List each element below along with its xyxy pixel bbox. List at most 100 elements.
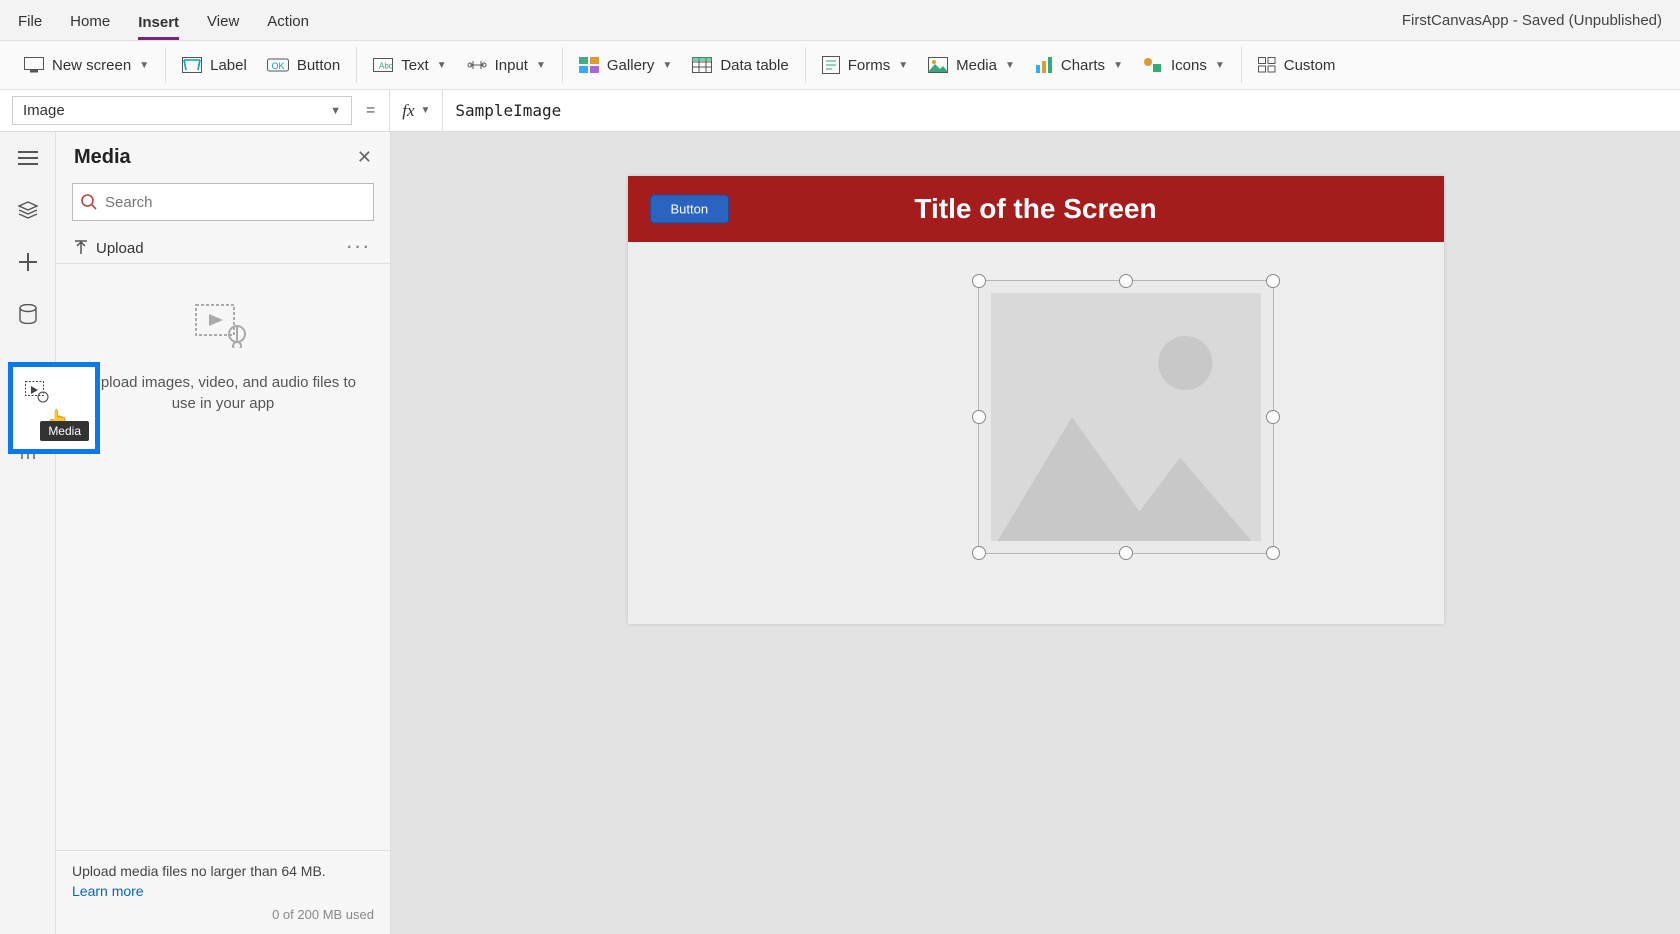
shapes-icon <box>1143 57 1163 73</box>
fx-button[interactable]: fx ▼ <box>389 90 443 131</box>
property-name: Image <box>23 102 65 119</box>
input-dropdown[interactable]: Input ▼ <box>467 57 546 74</box>
label-icon <box>182 57 202 73</box>
property-selector[interactable]: Image ▼ <box>12 96 352 125</box>
upload-button[interactable]: Upload <box>74 240 144 257</box>
resize-handle[interactable] <box>1266 546 1280 560</box>
resize-handle[interactable] <box>1119 274 1133 288</box>
gallery-icon <box>579 57 599 73</box>
forms-dropdown[interactable]: Forms ▼ <box>822 56 908 74</box>
resize-handle[interactable] <box>972 546 986 560</box>
chevron-down-icon: ▼ <box>1113 60 1123 71</box>
label-text: Label <box>210 57 247 74</box>
search-icon <box>81 194 97 210</box>
fx-icon: fx <box>402 101 414 121</box>
table-icon <box>692 57 712 73</box>
canvas[interactable]: Button Title of the Screen <box>391 132 1680 934</box>
button-insert[interactable]: OK Button <box>267 57 340 74</box>
usage-text: 0 of 200 MB used <box>72 907 374 922</box>
media-label: Media <box>956 57 997 74</box>
search-field[interactable] <box>105 194 365 211</box>
button-icon: OK <box>267 57 289 73</box>
equals-sign: = <box>352 90 389 131</box>
screen-icon <box>24 57 44 73</box>
footer-text: Upload media files no larger than 64 MB. <box>72 863 326 879</box>
media-tooltip: Media <box>40 421 89 441</box>
button-text: Button <box>297 57 340 74</box>
ribbon: New screen ▼ Label OK Button Abc Text ▼ … <box>0 40 1680 90</box>
datatable-label: Data table <box>720 57 788 74</box>
custom-label: Custom <box>1284 57 1336 74</box>
menu-action[interactable]: Action <box>267 10 309 30</box>
svg-text:Abc: Abc <box>379 62 393 71</box>
chevron-down-icon: ▼ <box>536 60 546 71</box>
menubar: File Home Insert View Action FirstCanvas… <box>0 0 1680 40</box>
media-icon <box>25 381 49 403</box>
close-icon[interactable]: ✕ <box>357 147 372 168</box>
text-dropdown[interactable]: Abc Text ▼ <box>373 57 446 74</box>
resize-handle[interactable] <box>1119 546 1133 560</box>
learn-more-link[interactable]: Learn more <box>72 883 374 899</box>
charts-dropdown[interactable]: Charts ▼ <box>1035 57 1123 74</box>
custom-button[interactable]: Custom <box>1258 57 1336 74</box>
screen[interactable]: Button Title of the Screen <box>628 176 1444 624</box>
gallery-dropdown[interactable]: Gallery ▼ <box>579 57 672 74</box>
text-icon: Abc <box>373 58 393 72</box>
label-button[interactable]: Label <box>182 57 247 74</box>
tree-view-icon[interactable] <box>16 198 40 222</box>
menu-view[interactable]: View <box>207 10 239 30</box>
panel-title: Media <box>74 146 131 169</box>
resize-handle[interactable] <box>972 410 986 424</box>
text-label: Text <box>401 57 429 74</box>
chevron-down-icon: ▼ <box>1005 60 1015 71</box>
menu-home[interactable]: Home <box>70 10 110 30</box>
canvas-button[interactable]: Button <box>650 195 730 224</box>
media-dropdown[interactable]: Media ▼ <box>928 57 1015 74</box>
screen-header: Button Title of the Screen <box>628 176 1444 242</box>
menu-insert[interactable]: Insert <box>138 11 179 40</box>
gallery-label: Gallery <box>607 57 655 74</box>
empty-state-text: Upload images, video, and audio files to… <box>80 372 366 414</box>
new-screen-label: New screen <box>52 57 131 74</box>
resize-handle[interactable] <box>1266 274 1280 288</box>
icons-dropdown[interactable]: Icons ▼ <box>1143 57 1225 74</box>
resize-handle[interactable] <box>1266 410 1280 424</box>
search-input[interactable] <box>72 183 374 221</box>
chevron-down-icon: ▼ <box>437 60 447 71</box>
left-rail <box>0 132 56 934</box>
chevron-down-icon: ▼ <box>898 60 908 71</box>
menu-file[interactable]: File <box>18 10 42 30</box>
chevron-down-icon: ▼ <box>330 105 341 117</box>
picture-icon <box>928 57 948 73</box>
charts-label: Charts <box>1061 57 1105 74</box>
app-title: FirstCanvasApp - Saved (Unpublished) <box>1402 12 1662 29</box>
formula-bar: Image ▼ = fx ▼ SampleImage <box>0 90 1680 132</box>
chart-icon <box>1035 57 1053 73</box>
chevron-down-icon: ▼ <box>662 60 672 71</box>
icons-label: Icons <box>1171 57 1207 74</box>
chevron-down-icon: ▼ <box>139 60 149 71</box>
formula-input[interactable]: SampleImage <box>443 90 1680 131</box>
hamburger-icon[interactable] <box>16 146 40 170</box>
chevron-down-icon: ▼ <box>1215 60 1225 71</box>
svg-text:OK: OK <box>271 61 284 71</box>
data-icon[interactable] <box>16 302 40 326</box>
grid-icon <box>1258 57 1276 73</box>
new-screen-button[interactable]: New screen ▼ <box>24 57 149 74</box>
chevron-down-icon: ▼ <box>421 105 431 116</box>
input-icon <box>467 57 487 73</box>
media-placeholder-icon <box>195 304 251 348</box>
insert-icon[interactable] <box>16 250 40 274</box>
upload-icon <box>74 240 88 256</box>
more-icon[interactable]: ··· <box>347 239 372 257</box>
resize-handle[interactable] <box>972 274 986 288</box>
image-placeholder <box>991 293 1261 541</box>
screen-title: Title of the Screen <box>628 193 1444 225</box>
media-panel: Media ✕ Upload ··· Upload images, video,… <box>56 132 391 934</box>
forms-label: Forms <box>848 57 891 74</box>
input-label: Input <box>495 57 528 74</box>
media-rail-highlight[interactable]: 👆 Media <box>8 362 100 454</box>
datatable-button[interactable]: Data table <box>692 57 788 74</box>
image-control[interactable] <box>978 280 1274 554</box>
form-icon <box>822 56 840 74</box>
